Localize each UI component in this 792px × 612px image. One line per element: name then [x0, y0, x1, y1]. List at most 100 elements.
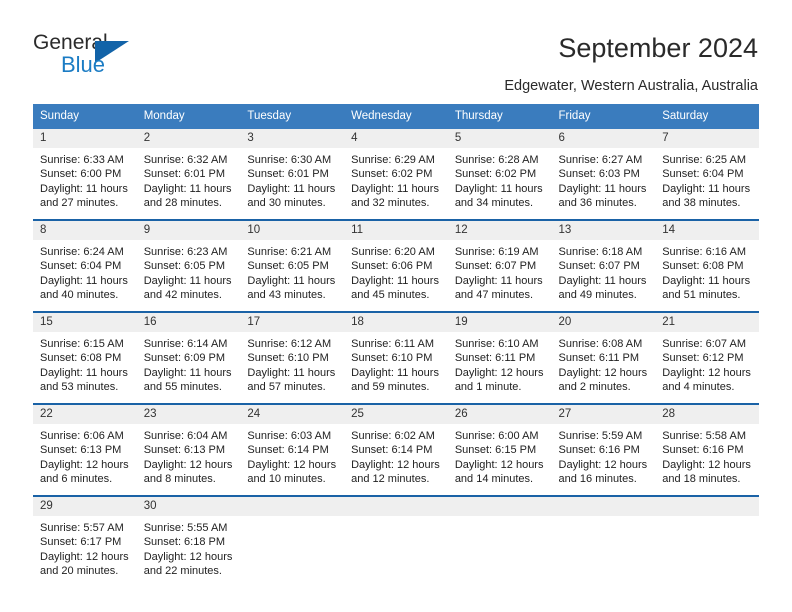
day-details: Sunrise: 6:08 AM Sunset: 6:11 PM Dayligh… [552, 332, 656, 395]
day-details: Sunrise: 6:06 AM Sunset: 6:13 PM Dayligh… [33, 424, 137, 487]
day-details: Sunrise: 6:11 AM Sunset: 6:10 PM Dayligh… [344, 332, 448, 395]
sunrise-text: Sunrise: 6:29 AM [351, 154, 435, 166]
calendar-day-cell[interactable]: 10 Sunrise: 6:21 AM Sunset: 6:05 PM Dayl… [240, 219, 345, 312]
sunrise-text: Sunrise: 6:04 AM [143, 430, 228, 442]
sunset-text: Sunset: 6:07 PM [558, 260, 640, 273]
sunrise-text: Sunrise: 6:14 AM [143, 338, 228, 350]
daylight-text: Daylight: 12 hours and 12 minutes. [351, 458, 440, 486]
sunrise-text: Sunrise: 6:16 AM [662, 246, 746, 258]
calendar-day-cell[interactable]: 4 Sunrise: 6:29 AM Sunset: 6:02 PM Dayli… [344, 129, 448, 220]
calendar-week-row: 1 Sunrise: 6:33 AM Sunset: 6:00 PM Dayli… [33, 129, 759, 220]
logo-text-blue: Blue [61, 52, 106, 77]
calendar-day-cell[interactable]: 24 Sunrise: 6:03 AM Sunset: 6:14 PM Dayl… [240, 403, 345, 496]
calendar-day-cell[interactable]: 20 Sunrise: 6:08 AM Sunset: 6:11 PM Dayl… [551, 311, 656, 404]
calendar-day-cell[interactable]: 5 Sunrise: 6:28 AM Sunset: 6:02 PM Dayli… [447, 129, 552, 220]
daylight-text: Daylight: 12 hours and 20 minutes. [40, 550, 129, 578]
daylight-text: Daylight: 11 hours and 32 minutes. [351, 182, 439, 210]
sunset-text: Sunset: 6:05 PM [247, 260, 329, 273]
calendar-day-cell[interactable]: 17 Sunrise: 6:12 AM Sunset: 6:10 PM Dayl… [240, 311, 345, 404]
calendar-day-cell[interactable]: 1 Sunrise: 6:33 AM Sunset: 6:00 PM Dayli… [33, 129, 137, 220]
sunrise-text: Sunrise: 6:25 AM [662, 154, 746, 166]
day-details: Sunrise: 6:02 AM Sunset: 6:14 PM Dayligh… [344, 424, 448, 487]
sunrise-text: Sunrise: 6:11 AM [351, 338, 435, 350]
calendar-day-cell[interactable]: 6 Sunrise: 6:27 AM Sunset: 6:03 PM Dayli… [551, 129, 656, 220]
calendar-day-cell[interactable]: 12 Sunrise: 6:19 AM Sunset: 6:07 PM Dayl… [447, 219, 552, 312]
sunrise-text: Sunrise: 6:15 AM [40, 338, 124, 350]
calendar-day-cell-empty [655, 495, 759, 587]
calendar-day-cell-empty [447, 495, 552, 587]
sunrise-text: Sunrise: 6:19 AM [454, 246, 539, 258]
calendar-day-cell[interactable]: 3 Sunrise: 6:30 AM Sunset: 6:01 PM Dayli… [240, 129, 345, 220]
sunrise-text: Sunrise: 6:12 AM [247, 338, 332, 350]
calendar-day-cell[interactable]: 29 Sunrise: 5:57 AM Sunset: 6:17 PM Dayl… [33, 495, 137, 587]
day-number: 30 [136, 497, 241, 516]
day-details: Sunrise: 5:57 AM Sunset: 6:17 PM Dayligh… [33, 516, 137, 579]
calendar-day-cell[interactable]: 28 Sunrise: 5:58 AM Sunset: 6:16 PM Dayl… [655, 403, 759, 496]
daylight-text: Daylight: 11 hours and 47 minutes. [454, 274, 543, 302]
day-number [655, 497, 759, 516]
calendar-day-cell[interactable]: 7 Sunrise: 6:25 AM Sunset: 6:04 PM Dayli… [655, 129, 759, 220]
daylight-text: Daylight: 11 hours and 34 minutes. [454, 182, 543, 210]
sunrise-text: Sunrise: 6:30 AM [247, 154, 332, 166]
calendar-day-cell[interactable]: 25 Sunrise: 6:02 AM Sunset: 6:14 PM Dayl… [344, 403, 448, 496]
calendar-day-cell[interactable]: 15 Sunrise: 6:15 AM Sunset: 6:08 PM Dayl… [33, 311, 137, 404]
daylight-text: Daylight: 12 hours and 6 minutes. [40, 458, 129, 486]
sunrise-text: Sunrise: 6:07 AM [662, 338, 746, 350]
sunset-text: Sunset: 6:02 PM [454, 168, 537, 181]
calendar-day-cell[interactable]: 23 Sunrise: 6:04 AM Sunset: 6:13 PM Dayl… [136, 403, 241, 496]
sunset-text: Sunset: 6:06 PM [351, 260, 433, 273]
sunrise-text: Sunrise: 5:59 AM [558, 430, 643, 442]
sunrise-text: Sunrise: 5:57 AM [40, 522, 124, 534]
calendar-week-row: 22 Sunrise: 6:06 AM Sunset: 6:13 PM Dayl… [33, 403, 759, 496]
calendar-day-cell[interactable]: 27 Sunrise: 5:59 AM Sunset: 6:16 PM Dayl… [551, 403, 656, 496]
daylight-text: Daylight: 11 hours and 28 minutes. [143, 182, 232, 210]
day-details: Sunrise: 6:32 AM Sunset: 6:01 PM Dayligh… [137, 148, 241, 211]
daylight-text: Daylight: 12 hours and 18 minutes. [662, 458, 751, 486]
sunset-text: Sunset: 6:13 PM [40, 444, 122, 457]
calendar-day-cell[interactable]: 2 Sunrise: 6:32 AM Sunset: 6:01 PM Dayli… [136, 129, 241, 220]
calendar-day-cell[interactable]: 14 Sunrise: 6:16 AM Sunset: 6:08 PM Dayl… [655, 219, 759, 312]
calendar-day-cell[interactable]: 22 Sunrise: 6:06 AM Sunset: 6:13 PM Dayl… [33, 403, 137, 496]
day-details: Sunrise: 6:04 AM Sunset: 6:13 PM Dayligh… [137, 424, 241, 487]
day-details: Sunrise: 6:28 AM Sunset: 6:02 PM Dayligh… [448, 148, 552, 211]
day-number: 1 [33, 129, 137, 148]
sunrise-text: Sunrise: 5:58 AM [662, 430, 746, 442]
day-number: 15 [33, 313, 137, 332]
calendar-day-cell[interactable]: 19 Sunrise: 6:10 AM Sunset: 6:11 PM Dayl… [447, 311, 552, 404]
day-number: 27 [551, 405, 656, 424]
calendar-week-row: 29 Sunrise: 5:57 AM Sunset: 6:17 PM Dayl… [33, 495, 759, 587]
calendar-day-cell-empty [551, 495, 656, 587]
day-details: Sunrise: 6:19 AM Sunset: 6:07 PM Dayligh… [448, 240, 552, 303]
sunset-text: Sunset: 6:11 PM [454, 352, 536, 365]
day-details: Sunrise: 5:55 AM Sunset: 6:18 PM Dayligh… [137, 516, 241, 579]
sunset-text: Sunset: 6:01 PM [247, 168, 329, 181]
daylight-text: Daylight: 11 hours and 40 minutes. [40, 274, 128, 302]
sunset-text: Sunset: 6:03 PM [558, 168, 640, 181]
daylight-text: Daylight: 11 hours and 42 minutes. [143, 274, 232, 302]
calendar-day-cell[interactable]: 9 Sunrise: 6:23 AM Sunset: 6:05 PM Dayli… [136, 219, 241, 312]
calendar-day-cell[interactable]: 18 Sunrise: 6:11 AM Sunset: 6:10 PM Dayl… [344, 311, 448, 404]
calendar-day-cell[interactable]: 13 Sunrise: 6:18 AM Sunset: 6:07 PM Dayl… [551, 219, 656, 312]
daylight-text: Daylight: 11 hours and 27 minutes. [40, 182, 128, 210]
daylight-text: Daylight: 12 hours and 10 minutes. [247, 458, 337, 486]
sunrise-text: Sunrise: 5:55 AM [143, 522, 228, 534]
sunset-text: Sunset: 6:10 PM [247, 352, 329, 365]
day-number: 14 [655, 221, 759, 240]
calendar-day-cell[interactable]: 30 Sunrise: 5:55 AM Sunset: 6:18 PM Dayl… [136, 495, 241, 587]
calendar-day-cell[interactable]: 8 Sunrise: 6:24 AM Sunset: 6:04 PM Dayli… [33, 219, 137, 312]
calendar-day-cell[interactable]: 11 Sunrise: 6:20 AM Sunset: 6:06 PM Dayl… [344, 219, 448, 312]
daylight-text: Daylight: 12 hours and 2 minutes. [558, 366, 648, 394]
calendar-day-cell[interactable]: 26 Sunrise: 6:00 AM Sunset: 6:15 PM Dayl… [447, 403, 552, 496]
day-details: Sunrise: 6:18 AM Sunset: 6:07 PM Dayligh… [552, 240, 656, 303]
calendar-week-row: 15 Sunrise: 6:15 AM Sunset: 6:08 PM Dayl… [33, 311, 759, 404]
calendar-grid: Sunday Monday Tuesday Wednesday Thursday… [33, 104, 759, 587]
calendar-day-cell[interactable]: 16 Sunrise: 6:14 AM Sunset: 6:09 PM Dayl… [136, 311, 241, 404]
daylight-text: Daylight: 12 hours and 4 minutes. [662, 366, 751, 394]
sunset-text: Sunset: 6:04 PM [662, 168, 744, 181]
day-number: 12 [447, 221, 552, 240]
calendar-body: 1 Sunrise: 6:33 AM Sunset: 6:00 PM Dayli… [33, 129, 759, 587]
calendar-day-cell[interactable]: 21 Sunrise: 6:07 AM Sunset: 6:12 PM Dayl… [655, 311, 759, 404]
sunset-text: Sunset: 6:16 PM [558, 444, 640, 457]
day-number: 3 [240, 129, 345, 148]
day-number: 9 [136, 221, 241, 240]
